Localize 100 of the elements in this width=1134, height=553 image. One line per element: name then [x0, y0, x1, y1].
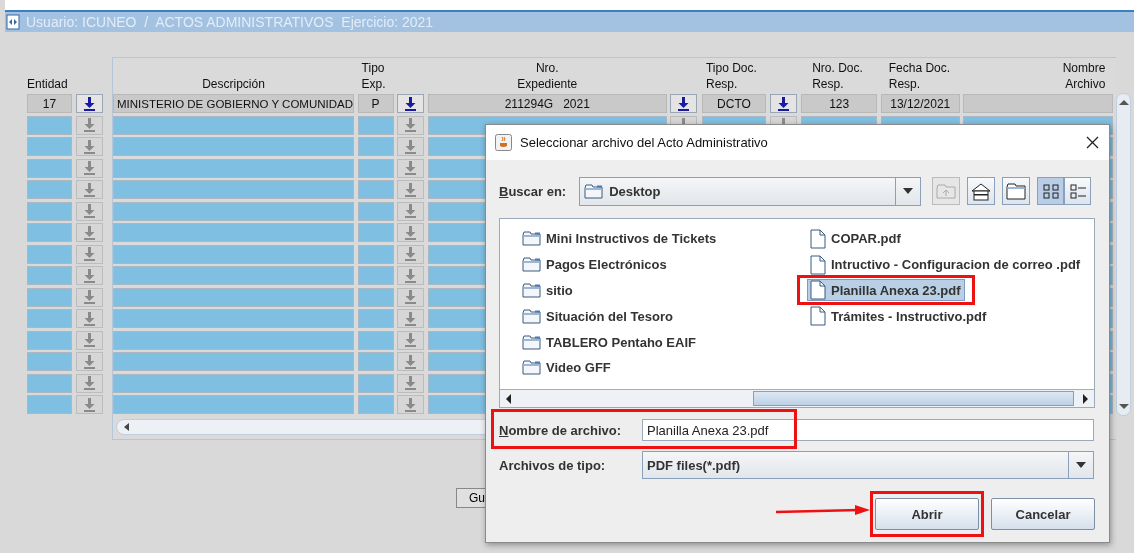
table-cell[interactable] [113, 373, 354, 393]
dialog-button[interactable]: Cancelar [991, 498, 1095, 530]
download-arrow-icon [404, 139, 418, 154]
file-item[interactable]: Mini Instructivos de Tickets [519, 230, 721, 248]
table-cell[interactable] [357, 223, 394, 242]
download-arrow-icon [83, 96, 96, 111]
table-cell[interactable] [27, 223, 72, 242]
file-item[interactable]: Intructivo - Configuracion de correo .pdf [807, 253, 1085, 276]
horizontal-scrollbar[interactable] [500, 389, 1094, 407]
table-cell[interactable] [27, 287, 72, 307]
table-cell[interactable]: 211294G 2021 [427, 94, 667, 113]
table-cell[interactable] [113, 158, 354, 178]
table-cell[interactable]: MINISTERIO DE GOBIERNO Y COMUNIDAD [113, 94, 354, 113]
table-cell[interactable] [27, 395, 72, 414]
caret-icon [1075, 461, 1087, 469]
list-view-button[interactable] [1037, 177, 1065, 205]
close-icon [1086, 136, 1099, 149]
table-cell[interactable] [27, 352, 72, 371]
up-folder-button[interactable] [932, 177, 961, 205]
form-icon [6, 14, 20, 30]
dialog-title: Seleccionar archivo del Acto Administrativo [520, 135, 769, 150]
file-type-dropdown[interactable]: PDF files(*.pdf) [642, 451, 1094, 479]
file-item[interactable]: TABLERO Pentaho EAIF [519, 333, 700, 351]
table-cell[interactable] [113, 330, 354, 350]
list-button[interactable] [670, 94, 698, 113]
table-cell[interactable] [357, 137, 394, 156]
column-header: Tipo Exp. [361, 60, 386, 92]
table-cell[interactable] [113, 201, 354, 221]
download-arrow-icon [404, 376, 418, 390]
download-arrow-icon [83, 161, 96, 175]
download-arrow-icon [404, 268, 418, 283]
table-cell[interactable]: 17 [27, 94, 72, 113]
table-cell[interactable] [27, 137, 72, 156]
table-cell[interactable] [27, 330, 72, 350]
file-item[interactable]: sitio [519, 282, 577, 299]
table-cell[interactable] [113, 223, 354, 242]
download-arrow-icon [404, 397, 418, 412]
scroll-thumb[interactable] [753, 391, 1074, 406]
table-cell[interactable] [27, 309, 72, 328]
download-arrow-icon [83, 139, 96, 154]
download-arrow-icon [404, 161, 418, 175]
caret-icon [902, 187, 915, 195]
table-cell[interactable]: 13/12/2021 [880, 94, 960, 113]
table-cell[interactable] [27, 266, 72, 285]
download-arrow-icon [677, 96, 691, 111]
folder-icon [522, 360, 541, 376]
download-arrow-icon [83, 268, 96, 283]
new-folder-button[interactable] [1002, 177, 1031, 205]
table-cell[interactable] [113, 244, 354, 264]
list-button[interactable] [769, 94, 797, 113]
dialog-button[interactable]: Abrir [870, 491, 984, 537]
file-item[interactable]: Video GFF [519, 359, 615, 377]
table-cell[interactable] [357, 201, 394, 221]
file-name-field[interactable]: Planilla Anexa 23.pdf [642, 419, 1094, 441]
file-item[interactable]: Trámites - Instructivo.pdf [807, 305, 991, 328]
table-cell[interactable] [357, 352, 394, 371]
table-cell[interactable] [27, 180, 72, 199]
home-button[interactable] [967, 177, 996, 205]
table-cell[interactable]: 123 [801, 94, 878, 113]
table-cell[interactable] [27, 201, 72, 221]
table-cell[interactable] [27, 373, 72, 393]
table-cell[interactable]: P [357, 94, 394, 113]
table-cell[interactable] [357, 158, 394, 178]
grid-view-icon [1041, 182, 1060, 200]
table-cell[interactable] [113, 137, 354, 156]
table-cell[interactable] [27, 115, 72, 135]
table-cell[interactable] [357, 266, 394, 285]
table-cell[interactable] [113, 287, 354, 307]
file-item[interactable]: Planilla Anexa 23.pdf [797, 275, 975, 306]
table-cell[interactable] [113, 115, 354, 135]
table-cell[interactable] [357, 373, 394, 393]
file-item[interactable]: COPAR.pdf [807, 227, 905, 250]
table-cell[interactable] [357, 180, 394, 199]
list-button[interactable] [397, 94, 425, 113]
table-cell[interactable] [357, 309, 394, 328]
scroll-left-icon [504, 392, 513, 405]
details-view-button[interactable] [1064, 177, 1092, 205]
download-arrow-icon [404, 354, 418, 369]
table-cell[interactable] [963, 94, 1114, 113]
download-arrow-icon [83, 247, 96, 261]
field-label: Archivos de tipo: [499, 457, 607, 473]
table-cell[interactable] [113, 352, 354, 371]
table-cell[interactable] [113, 309, 354, 328]
list-button[interactable] [76, 94, 103, 113]
table-cell[interactable] [27, 244, 72, 264]
table-cell[interactable] [113, 395, 354, 414]
location-dropdown[interactable]: Desktop [579, 176, 922, 206]
table-cell[interactable] [357, 330, 394, 350]
file-item[interactable]: Situación del Tesoro [519, 307, 677, 325]
table-cell[interactable] [357, 287, 394, 307]
table-cell[interactable] [27, 158, 72, 178]
table-cell[interactable] [357, 115, 394, 135]
table-cell[interactable]: DCTO [701, 94, 766, 113]
table-cell[interactable] [357, 395, 394, 414]
table-cell[interactable] [357, 244, 394, 264]
file-item[interactable]: Pagos Electrónicos [519, 256, 671, 274]
table-cell[interactable] [113, 266, 354, 285]
vertical-scrollbar[interactable] [1116, 93, 1131, 416]
field-label: Nombre de archivo: [499, 422, 623, 438]
table-cell[interactable] [113, 180, 354, 199]
